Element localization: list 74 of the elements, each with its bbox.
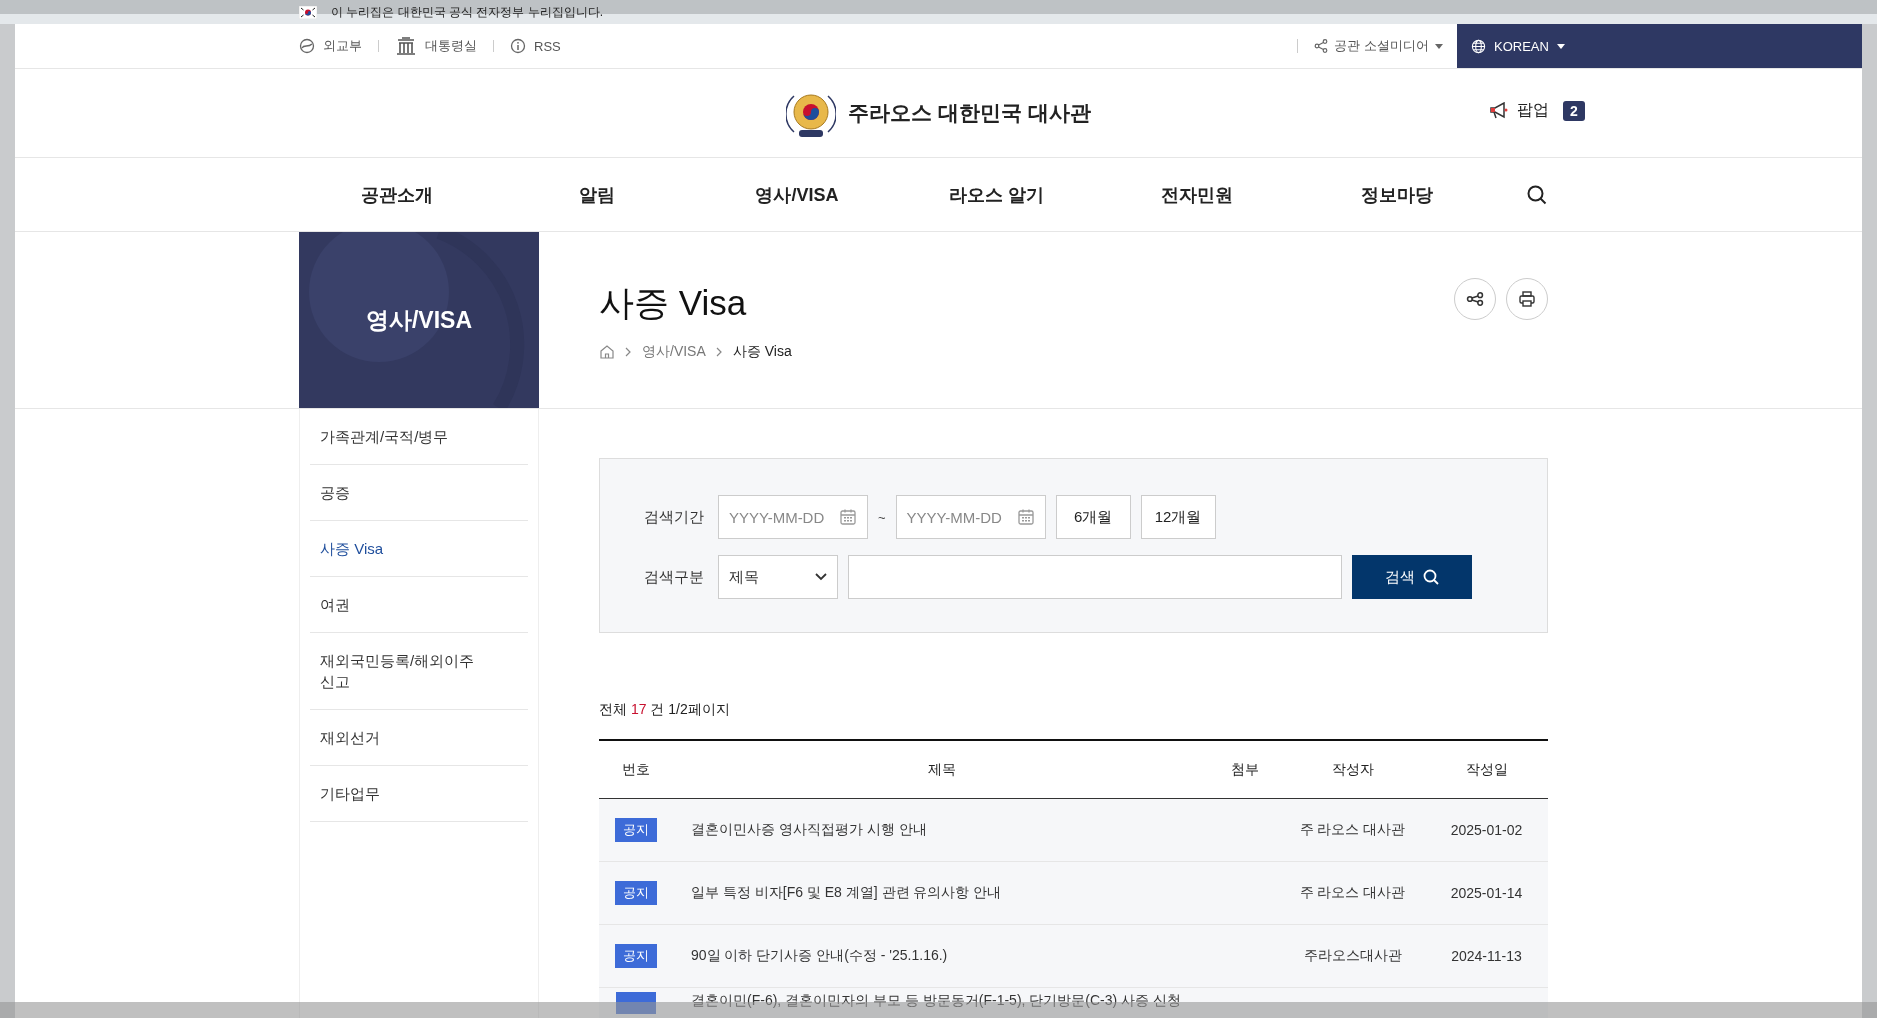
table-cell: 주 라오스 대사관 (1299, 821, 1406, 837)
sidebar-item[interactable]: 재외국민등록/해외이주신고 (310, 633, 528, 710)
flag-icon (299, 5, 317, 19)
column-header: 작성일 (1425, 740, 1548, 799)
period-button[interactable]: 12개월 (1140, 495, 1216, 539)
nav-item[interactable]: 전자민원 (1097, 182, 1297, 207)
utility-link[interactable]: 대통령실 (395, 37, 477, 55)
date-field[interactable]: YYYY-MM-DD (895, 495, 1046, 539)
search-icon (1423, 569, 1439, 585)
breadcrumb-link[interactable]: 사증 Visa (732, 343, 792, 361)
sidebar-item[interactable]: 공증 (310, 465, 528, 521)
chevron-icon (715, 347, 723, 357)
notice-badge: 공지 (615, 944, 657, 968)
breadcrumb-link[interactable]: 영사/VISA (642, 343, 706, 361)
notice-badge: 공지 (615, 881, 657, 905)
table-cell: 2025-01-02 (1450, 822, 1523, 838)
nav-item[interactable]: 라오스 알기 (897, 182, 1097, 207)
nav-item[interactable]: 공관소개 (297, 182, 497, 207)
field-label: 검색기간 (644, 507, 704, 527)
keyword-field[interactable] (848, 555, 1342, 599)
utility-link[interactable]: 외교부 (299, 37, 362, 55)
table-cell: 주라오스대사관 (1303, 947, 1402, 963)
home-icon[interactable] (599, 344, 615, 360)
info-icon (510, 38, 526, 54)
column-header: 제목 (673, 740, 1210, 799)
sidebar-item[interactable]: 사증 Visa (310, 521, 528, 577)
column-header: 작성자 (1280, 740, 1425, 799)
caret-icon (1435, 43, 1443, 49)
section-title: 영사/VISA (365, 305, 473, 335)
share-icon (1466, 290, 1484, 308)
search-button[interactable]: 검색 (1352, 555, 1472, 599)
table-cell: 2025-01-14 (1450, 885, 1523, 901)
nav-item[interactable]: 영사/VISA (697, 182, 897, 207)
chevron-icon (625, 347, 632, 357)
calendar-icon (1016, 508, 1035, 526)
nav-item[interactable]: 정보마당 (1297, 182, 1497, 207)
column-header: 번호 (599, 740, 673, 799)
date-field[interactable]: YYYY-MM-DD (718, 495, 868, 539)
post-title-link[interactable]: 일부 특정 비자[F6 및 E8 계열] 관련 유의사항 안내 (691, 884, 1002, 900)
table-cell: 2024-11-13 (1451, 948, 1522, 964)
language-button[interactable]: KOREAN (1457, 24, 1862, 68)
sidebar-item[interactable]: 가족관계/국적/병무 (310, 409, 528, 465)
printer-icon (1518, 290, 1536, 308)
notice-badge (616, 992, 656, 1014)
utility-link[interactable]: RSS (510, 38, 561, 54)
sidebar-item[interactable]: 기타업무 (310, 766, 528, 822)
site-title: 주라오스 대한민국 대사관 (848, 100, 1091, 126)
megaphone-icon (1489, 101, 1509, 120)
range-separator: ~ (878, 509, 886, 525)
result-count: 전체 17 건 1/2페이지 (599, 701, 731, 719)
search-icon[interactable] (1527, 184, 1547, 205)
table-cell: 주 라오스 대사관 (1299, 884, 1406, 900)
field-label: 검색구분 (644, 567, 704, 587)
share-icon (1314, 39, 1329, 53)
nav-item[interactable]: 알림 (497, 182, 697, 207)
print-button[interactable] (1506, 278, 1548, 320)
page-title: 사증 Visa (599, 282, 747, 324)
post-title-link[interactable]: 결혼이민사증 영사직접평가 시행 안내 (691, 821, 927, 837)
circle-icon (299, 38, 315, 54)
popup-button[interactable]: 팝업 2 (1483, 99, 1591, 122)
sidebar-item[interactable]: 여권 (310, 577, 528, 633)
share-button[interactable] (1454, 278, 1496, 320)
column-header: 첨부 (1210, 740, 1280, 799)
caret-icon (1556, 43, 1565, 49)
notice-badge: 공지 (615, 818, 657, 842)
sidebar-item[interactable]: 재외선거 (310, 710, 528, 766)
chevron-down-icon (815, 573, 827, 581)
calendar-icon (839, 508, 857, 526)
building-icon (395, 37, 417, 55)
search-type-select[interactable]: 제목 (718, 555, 838, 599)
government-notice: 이 누리집은 대한민국 공식 전자정부 누리집입니다. (331, 3, 603, 21)
globe-icon (1471, 38, 1486, 54)
period-button[interactable]: 6개월 (1055, 495, 1131, 539)
post-title-link[interactable]: 90일 이하 단기사증 안내(수정 - '25.1.16.) (691, 947, 948, 963)
